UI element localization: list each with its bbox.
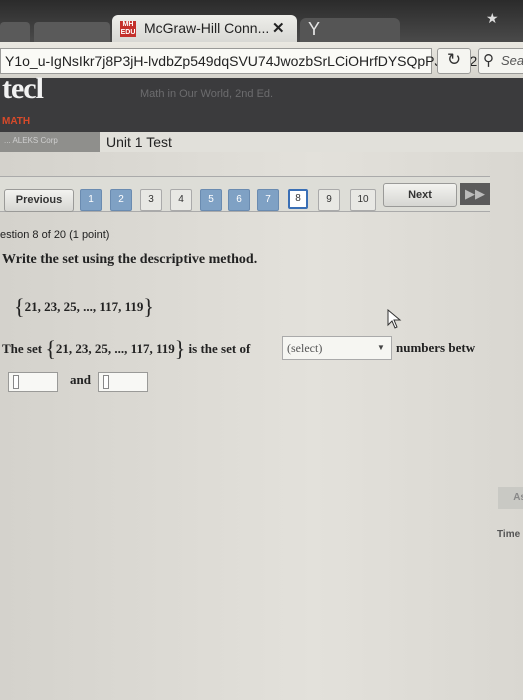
page-button-8[interactable]: 8 [288,189,308,209]
set-elements: 21, 23, 25, ..., 117, 119 [55,341,175,356]
page-button-5[interactable]: 5 [200,189,222,211]
ask-side-tab[interactable]: As [498,487,523,509]
dropdown-arrow-icon: ▼ [377,343,385,352]
and-label: and [70,372,91,387]
number-type-select[interactable]: (select) ▼ [282,336,392,360]
brand-strip: ... ALEKS Corp [0,132,100,152]
left-brace: { [45,336,56,361]
upper-bound-input[interactable] [98,372,148,392]
page-button-10[interactable]: 10 [350,189,376,211]
page-button-9[interactable]: 9 [318,189,340,211]
text-cursor [13,375,19,389]
browser-tab-yahoo[interactable]: Y [300,18,400,42]
browser-tab-ghost[interactable] [0,22,30,42]
previous-button[interactable]: Previous [4,189,74,212]
set-elements: 21, 23, 25, ..., 117, 119 [24,299,144,314]
page-button-6[interactable]: 6 [228,189,250,211]
site-logo: tecl [2,72,44,105]
statement-suffix: numbers betw [396,340,476,355]
math-label: MATH [2,116,31,127]
url-field[interactable]: Y1o_u-IgNsIkr7j8P3jH-lvdbZp549dqSVU74Jwo… [0,48,477,74]
mcgraw-hill-favicon-icon: MH EDU [120,21,136,37]
mouse-pointer-icon [387,309,402,329]
fast-forward-icon[interactable]: ▶▶ [460,183,490,205]
brand-text: ... ALEKS Corp [4,136,58,145]
reload-icon: ↻ [446,50,462,69]
test-title-bar: ... ALEKS Corp Unit 1 Test [0,132,523,152]
page-button-3[interactable]: 3 [140,189,162,211]
time-label: Time [497,529,521,540]
lower-bound-input[interactable] [8,372,58,392]
search-icon: ⚲ [483,52,494,69]
next-button[interactable]: Next [383,183,457,207]
tab-title: McGraw-Hill Conn... [144,20,270,36]
question-info: estion 8 of 20 (1 point) [0,229,110,241]
test-title: Unit 1 Test [106,134,172,150]
reload-button[interactable]: ↻ [437,48,471,74]
url-text: Y1o_u-IgNsIkr7j8P3jH-lvdbZp549dqSVU74Jwo… [5,53,478,69]
right-brace: } [143,294,154,319]
close-tab-icon[interactable]: ✕ [272,19,285,37]
course-title: Math in Our World, 2nd Ed. [140,88,274,100]
statement-prefix: The set [2,341,43,356]
question-pager: Previous 1 2 3 4 5 6 7 8 9 10 Next ▶▶ [0,176,490,212]
page-button-4[interactable]: 4 [170,189,192,211]
left-brace: { [14,294,25,319]
search-placeholder: Sea [501,53,523,68]
page-button-7[interactable]: 7 [257,189,279,211]
yahoo-icon: Y [308,19,321,39]
site-header: tecl MATH Math in Our World, 2nd Ed. [0,72,523,132]
browser-tab-ghost[interactable] [34,22,110,42]
browser-search-field[interactable]: ⚲ Sea [478,48,523,74]
statement-middle: is the set of [188,341,251,356]
answer-statement: The set {21, 23, 25, ..., 117, 119} is t… [2,336,250,362]
browser-tab-active[interactable]: MH EDU McGraw-Hill Conn... ✕ [112,15,297,42]
select-value: (select) [287,341,323,355]
bookmark-star-icon[interactable]: ★ [486,10,499,27]
right-brace: } [174,336,186,361]
text-cursor [103,375,109,389]
page-button-2[interactable]: 2 [110,189,132,211]
question-prompt: Write the set using the descriptive meth… [2,252,258,267]
set-expression: {21, 23, 25, ..., 117, 119} [14,294,154,320]
address-bar-row: Y1o_u-IgNsIkr7j8P3jH-lvdbZp549dqSVU74Jwo… [0,42,523,78]
browser-tab-strip: MH EDU McGraw-Hill Conn... ✕ Y ★ [0,0,523,42]
page-button-1[interactable]: 1 [80,189,102,211]
